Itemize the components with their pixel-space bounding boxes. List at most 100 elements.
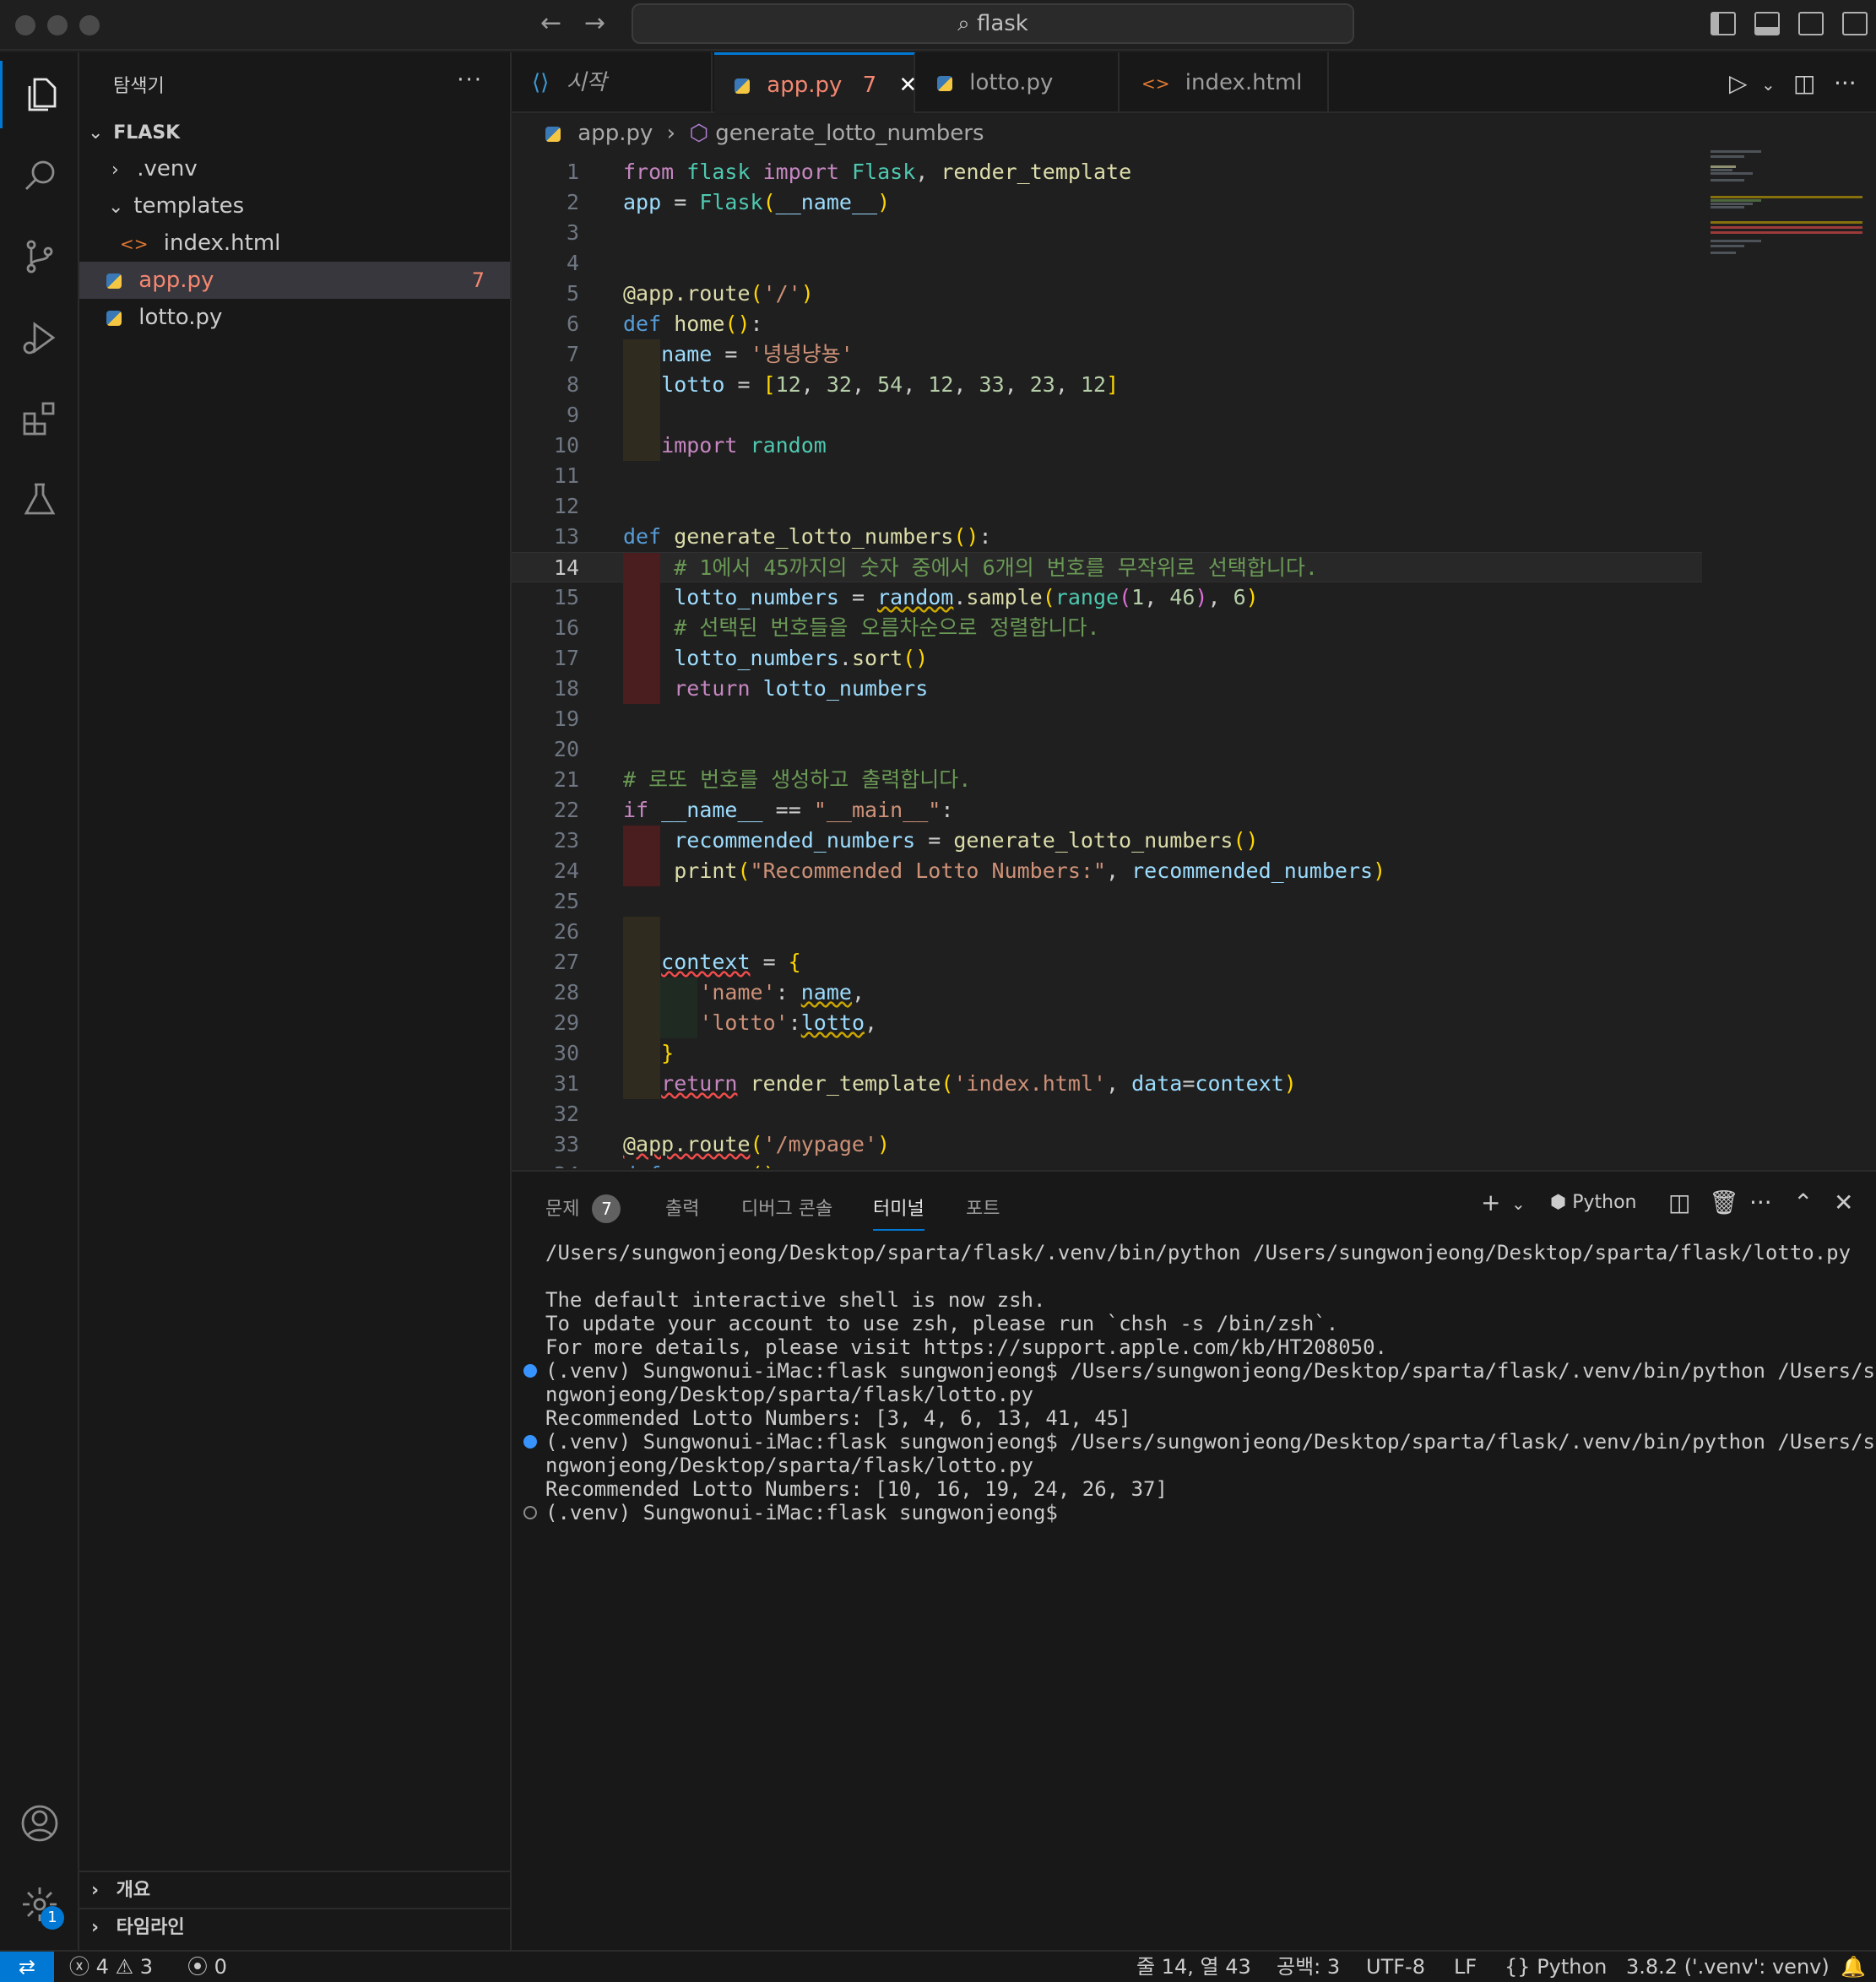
minimap[interactable] [1705,150,1866,319]
code-line[interactable]: 11 [512,461,1702,491]
forward-arrow-icon[interactable]: → [584,8,605,38]
split-editor-icon[interactable]: ◫ [1793,69,1815,97]
toggle-secondary-sidebar-icon[interactable] [1798,12,1824,35]
maximize-panel-chevron-up-icon[interactable]: ⌃ [1793,1189,1813,1216]
tab-ports[interactable]: 포트 [966,1194,1000,1221]
new-terminal-plus-icon[interactable]: + [1481,1189,1500,1216]
minimize-window-button[interactable] [47,15,68,35]
code-line[interactable]: 7 name = '녕녕냥뇽' [512,339,1702,370]
tree-item-lotto-py[interactable]: lotto.py [79,299,510,336]
toggle-primary-sidebar-icon[interactable] [1711,12,1736,35]
code-line[interactable]: 27 context = { [512,947,1702,977]
back-arrow-icon[interactable]: ← [540,8,561,38]
code-editor[interactable]: 1 from flask import Flask, render_templat… [512,150,1876,1168]
outline-section[interactable]: › 개요 [79,1871,510,1908]
remote-indicator-icon[interactable]: ⇄ [0,1952,54,1982]
tab-welcome[interactable]: ⟨⟩ 시작 [512,52,713,113]
code-line[interactable]: 32 [512,1099,1702,1129]
breadcrumb-file[interactable]: app.py [577,121,653,146]
end-of-line[interactable]: LF [1454,1952,1477,1982]
code-line[interactable]: 29 'lotto':lotto, [512,1008,1702,1038]
code-line[interactable]: 18 return lotto_numbers [512,674,1702,704]
close-window-button[interactable] [15,15,35,35]
code-line[interactable]: 25 [512,886,1702,917]
code-line[interactable]: 19 [512,704,1702,734]
code-line[interactable]: 20 [512,734,1702,765]
code-line[interactable]: 13 def generate_lotto_numbers(): [512,522,1702,552]
account-icon[interactable] [0,1790,79,1857]
close-panel-icon[interactable]: ✕ [1834,1189,1853,1216]
settings-gear-icon[interactable] [0,1871,79,1938]
tab-index-html[interactable]: <> index.html [1121,52,1329,113]
trash-icon[interactable]: 🗑 [1709,1189,1739,1216]
more-actions-icon[interactable]: ··· [1749,1189,1772,1216]
customize-layout-icon[interactable] [1842,12,1868,35]
extensions-icon[interactable] [0,385,79,452]
tree-item-venv[interactable]: › .venv [79,150,510,187]
code-line[interactable]: 23 recommended_numbers = generate_lotto_… [512,826,1702,856]
code-line[interactable]: 28 'name': name, [512,977,1702,1008]
code-line[interactable]: 9 [512,400,1702,431]
code-line[interactable]: 22 if __name__ == "__main__": [512,795,1702,826]
encoding[interactable]: UTF-8 [1366,1952,1425,1982]
zoom-window-button[interactable] [79,15,100,35]
code-line[interactable]: 5 @app.route('/') [512,279,1702,309]
tab-terminal[interactable]: 터미널 [873,1194,924,1231]
command-decoration-icon[interactable] [523,1506,537,1519]
code-line[interactable]: 30 } [512,1038,1702,1069]
breadcrumb-symbol[interactable]: generate_lotto_numbers [715,121,984,146]
code-line[interactable]: 31 return render_template('index.html', … [512,1069,1702,1099]
more-actions-icon[interactable]: ··· [457,68,483,93]
command-decoration-icon[interactable] [523,1435,537,1449]
code-line[interactable]: 16 # 선택된 번호들을 오름차순으로 정렬합니다. [512,613,1702,643]
tree-item-index-html[interactable]: <> index.html [79,225,510,262]
code-line[interactable]: 12 [512,491,1702,522]
code-line[interactable]: 4 [512,248,1702,279]
toggle-panel-icon[interactable] [1754,12,1780,35]
command-center-search[interactable]: ⌕ flask [632,3,1354,44]
tab-output[interactable]: 출력 [665,1194,699,1221]
run-and-debug-icon[interactable] [0,304,79,371]
problems-status[interactable]: ⓧ 4 ⚠ 3 [69,1952,153,1982]
root-folder[interactable]: ⌄ FLASK [79,113,510,150]
code-line[interactable]: 14 # 1에서 45까지의 숫자 중에서 6개의 번호를 무작위로 선택합니다… [512,552,1702,583]
code-line[interactable]: 21 # 로또 번호를 생성하고 출력합니다. [512,765,1702,795]
cursor-position[interactable]: 줄 14, 열 43 [1136,1952,1251,1982]
testing-flask-icon[interactable] [0,466,79,533]
code-line[interactable]: 1 from flask import Flask, render_templat… [512,157,1702,187]
ports-status[interactable]: ⦿ 0 [187,1952,227,1982]
notifications-bell-icon[interactable]: 🔔 [1841,1952,1866,1982]
code-line[interactable]: 33 @app.route('/mypage') [512,1129,1702,1160]
code-line[interactable]: 17 lotto_numbers.sort() [512,643,1702,674]
tab-app-py[interactable]: app.py 7 ✕ [714,52,917,113]
code-line[interactable]: 15 lotto_numbers = random.sample(range(1… [512,582,1702,613]
more-actions-icon[interactable]: ··· [1834,69,1857,97]
code-line[interactable]: 10 import random [512,431,1702,461]
code-line[interactable]: 34 def mypage(): [512,1160,1702,1168]
indentation[interactable]: 공백: 3 [1277,1952,1340,1982]
python-interpreter[interactable]: 3.8.2 ('.venv': venv) [1626,1952,1830,1982]
explorer-icon[interactable] [0,61,79,128]
code-line[interactable]: 24 print("Recommended Lotto Numbers:", r… [512,856,1702,886]
tree-item-templates[interactable]: ⌄ templates [79,187,510,225]
command-decoration-icon[interactable] [523,1364,537,1378]
search-icon[interactable] [0,142,79,209]
close-icon[interactable]: ✕ [898,73,917,98]
run-python-file-icon[interactable]: ▷ [1729,69,1748,97]
code-line[interactable]: 6 def home(): [512,309,1702,339]
chevron-down-icon[interactable]: ⌄ [1511,1194,1526,1214]
tab-problems[interactable]: 문제 7 [545,1194,621,1223]
source-control-icon[interactable] [0,223,79,290]
tab-debug-console[interactable]: 디버그 콘솔 [741,1194,832,1221]
terminal-python-shell[interactable]: ⬢ Python [1550,1192,1636,1213]
chevron-down-icon[interactable]: ⌄ [1761,74,1776,95]
tab-lotto-py[interactable]: lotto.py [917,52,1120,113]
split-terminal-icon[interactable]: ◫ [1668,1189,1690,1216]
code-line[interactable]: 3 [512,218,1702,248]
code-line[interactable]: 8 lotto = [12, 32, 54, 12, 33, 23, 12] [512,370,1702,400]
language-mode[interactable]: {} Python [1505,1952,1607,1982]
code-line[interactable]: 2 app = Flask(__name__) [512,187,1702,218]
tree-item-app-py[interactable]: app.py 7 [79,262,510,299]
timeline-section[interactable]: › 타임라인 [79,1908,510,1945]
code-line[interactable]: 26 [512,917,1702,947]
